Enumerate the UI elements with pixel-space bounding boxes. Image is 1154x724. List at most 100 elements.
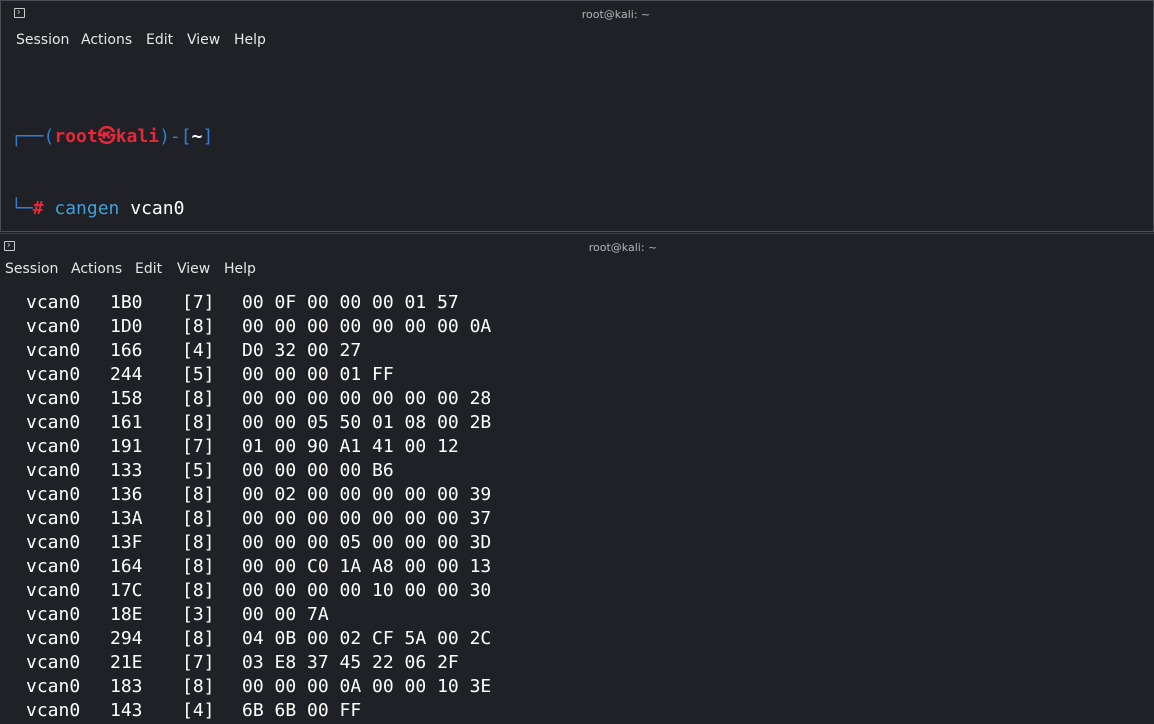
frame-dlc: [7] [182,436,215,457]
frame-data-bytes: 03 E8 37 45 22 06 2F [242,652,459,673]
frame-data-bytes: 00 00 05 50 01 08 00 2B [242,412,492,433]
frame-row: vcan0 143 [4] 6B 6B 00 FF [26,699,1154,723]
frame-data-bytes: 00 02 00 00 00 00 00 39 [242,484,492,505]
frame-can-id: 13A [110,508,143,529]
frame-interface: vcan0 [26,340,81,361]
frame-dlc: [4] [182,340,215,361]
frame-data-bytes: 00 00 00 00 10 00 00 30 [242,580,492,601]
frame-dlc: [5] [182,460,215,481]
frame-data-bytes: 00 00 00 0A 00 00 10 3E [242,676,492,697]
frame-can-id: 1D0 [110,316,143,337]
frame-interface: vcan0 [26,388,81,409]
frame-row: vcan0 21E [7] 03 E8 37 45 22 06 2F [26,651,1154,675]
frame-interface: vcan0 [26,436,81,457]
prompt-corner: └─ [11,198,33,219]
frame-dlc: [5] [182,364,215,385]
menu-session[interactable]: Session [16,32,69,48]
menu-session[interactable]: Session [5,261,58,277]
command-argument: vcan0 [130,198,185,219]
frame-can-id: 166 [110,340,143,361]
frame-interface: vcan0 [26,580,81,601]
frame-can-id: 17C [110,580,143,601]
frame-interface: vcan0 [26,556,81,577]
menu-actions[interactable]: Actions [71,261,122,277]
frame-dlc: [8] [182,532,215,553]
frame-row: vcan0 294 [8] 04 0B 00 02 CF 5A 00 2C [26,627,1154,651]
frame-dlc: [8] [182,580,215,601]
prompt-at-symbol: ㉿ [97,126,116,147]
terminal-icon[interactable] [4,241,15,251]
frame-row: vcan0 13A [8] 00 00 00 00 00 00 00 37 [26,507,1154,531]
frame-can-id: 164 [110,556,143,577]
frame-can-id: 136 [110,484,143,505]
frame-row: vcan0 164 [8] 00 00 C0 1A A8 00 00 13 [26,555,1154,579]
frame-interface: vcan0 [26,412,81,433]
menu-help[interactable]: Help [234,32,266,48]
frame-interface: vcan0 [26,652,81,673]
frame-row: vcan0 18E [3] 00 00 7A [26,603,1154,627]
frame-can-id: 13F [110,532,143,553]
frame-row: vcan0 166 [4] D0 32 00 27 [26,339,1154,363]
prompt-host: kali [115,126,160,147]
frame-dlc: [8] [182,676,215,697]
frame-interface: vcan0 [26,532,81,553]
frame-row: vcan0 1D0 [8] 00 00 00 00 00 00 00 0A [26,315,1154,339]
frame-data-bytes: 6B 6B 00 FF [242,700,362,721]
frame-row: vcan0 136 [8] 00 02 00 00 00 00 00 39 [26,483,1154,507]
prompt-line-1: ┌──(root㉿kali)-[~] [11,125,1153,149]
candump-output[interactable]: vcan0 1B0 [7] 00 0F 00 00 00 01 57 vcan0 1D0 [… [26,291,1154,723]
prompt-bracket: )-[ [159,126,192,147]
frame-dlc: [8] [182,628,215,649]
frame-interface: vcan0 [26,364,81,385]
menu-actions[interactable]: Actions [81,32,132,48]
frame-dlc: [8] [182,556,215,577]
bottom-terminal-window: root@kali: ~ Session Actions Edit View H… [0,233,1154,724]
frame-interface: vcan0 [26,604,81,625]
frame-row: vcan0 158 [8] 00 00 00 00 00 00 00 28 [26,387,1154,411]
prompt-hash: # [32,198,44,219]
frame-data-bytes: 04 0B 00 02 CF 5A 00 2C [242,628,492,649]
frame-data-bytes: 00 00 00 00 B6 [242,460,394,481]
frame-data-bytes: 00 0F 00 00 00 01 57 [242,292,459,313]
frame-data-bytes: D0 32 00 27 [242,340,362,361]
menu-edit[interactable]: Edit [135,261,162,277]
frame-dlc: [4] [182,700,215,721]
frame-dlc: [3] [182,604,215,625]
frame-row: vcan0 183 [8] 00 00 00 0A 00 00 10 3E [26,675,1154,699]
menu-edit[interactable]: Edit [146,32,173,48]
window-title: root@kali: ~ [588,241,658,254]
frame-can-id: 21E [110,652,143,673]
terminal-output[interactable]: ┌──(root㉿kali)-[~] └─# cangen vcan0 [11,77,1153,231]
menu-view[interactable]: View [177,261,210,277]
frame-interface: vcan0 [26,700,81,721]
frame-can-id: 294 [110,628,143,649]
frame-can-id: 143 [110,700,143,721]
frame-dlc: [8] [182,484,215,505]
menu-view[interactable]: View [187,32,220,48]
frame-data-bytes: 00 00 00 00 00 00 00 0A [242,316,492,337]
frame-interface: vcan0 [26,676,81,697]
frame-interface: vcan0 [26,460,81,481]
frame-data-bytes: 00 00 00 01 FF [242,364,394,385]
frame-interface: vcan0 [26,508,81,529]
prompt-user: root [54,126,98,147]
prompt-line-2: └─# cangen vcan0 [11,197,1153,221]
frame-dlc: [8] [182,316,215,337]
frame-dlc: [8] [182,412,215,433]
frame-can-id: 1B0 [110,292,143,313]
frame-can-id: 244 [110,364,143,385]
menu-help[interactable]: Help [224,261,256,277]
frame-can-id: 183 [110,676,143,697]
frame-data-bytes: 01 00 90 A1 41 00 12 [242,436,459,457]
frame-row: vcan0 161 [8] 00 00 05 50 01 08 00 2B [26,411,1154,435]
window-title: root@kali: ~ [581,8,651,21]
top-terminal-window: root@kali: ~ Session Actions Edit View H… [0,0,1154,232]
frame-row: vcan0 13F [8] 00 00 00 05 00 00 00 3D [26,531,1154,555]
frame-interface: vcan0 [26,484,81,505]
frame-row: vcan0 244 [5] 00 00 00 01 FF [26,363,1154,387]
prompt-bracket: ┌──( [11,126,55,147]
terminal-icon[interactable] [14,8,25,18]
titlebar: root@kali: ~ [1,1,1153,29]
frame-row: vcan0 133 [5] 00 00 00 00 B6 [26,459,1154,483]
menubar: Session Actions Edit View Help [1,29,1153,53]
